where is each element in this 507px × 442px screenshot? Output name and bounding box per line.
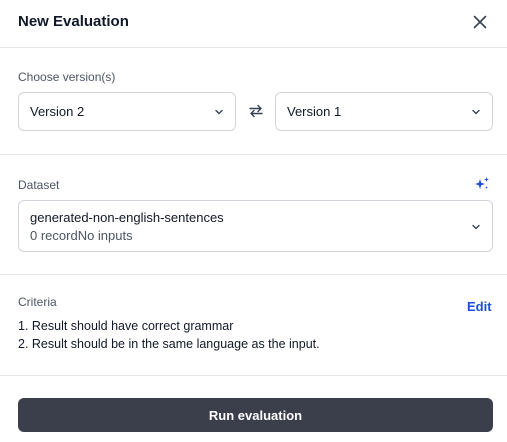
version-right-value: Version 1 (287, 104, 342, 119)
swap-versions-button[interactable] (245, 100, 267, 122)
criteria-item: 1. Result should have correct grammar (18, 319, 234, 333)
chevron-down-icon (215, 109, 223, 115)
section-divider (0, 274, 507, 275)
section-divider (0, 375, 507, 376)
close-button[interactable] (468, 10, 492, 34)
run-evaluation-button[interactable]: Run evaluation (18, 398, 493, 432)
dialog-header: New Evaluation (0, 0, 507, 48)
chevron-down-icon (472, 224, 480, 230)
edit-criteria-link[interactable]: Edit (467, 298, 492, 316)
swap-arrows-icon (249, 104, 263, 118)
criteria-label: Criteria (18, 295, 57, 309)
dataset-meta: 0 recordNo inputs (30, 228, 133, 243)
version-left-value: Version 2 (30, 104, 85, 119)
chevron-down-icon (472, 109, 480, 115)
dataset-select[interactable]: generated-non-english-sentences 0 record… (18, 200, 493, 252)
version-left-select[interactable]: Version 2 (18, 92, 236, 131)
close-icon (473, 15, 487, 29)
version-right-select[interactable]: Version 1 (275, 92, 493, 131)
versions-label: Choose version(s) (18, 70, 116, 84)
dataset-label: Dataset (18, 178, 60, 192)
criteria-item: 2. Result should be in the same language… (18, 337, 320, 351)
dataset-name: generated-non-english-sentences (30, 210, 224, 225)
generate-dataset-button[interactable] (474, 176, 490, 192)
sparkles-icon (475, 177, 489, 189)
dialog-title: New Evaluation (18, 13, 129, 30)
section-divider (0, 154, 507, 155)
